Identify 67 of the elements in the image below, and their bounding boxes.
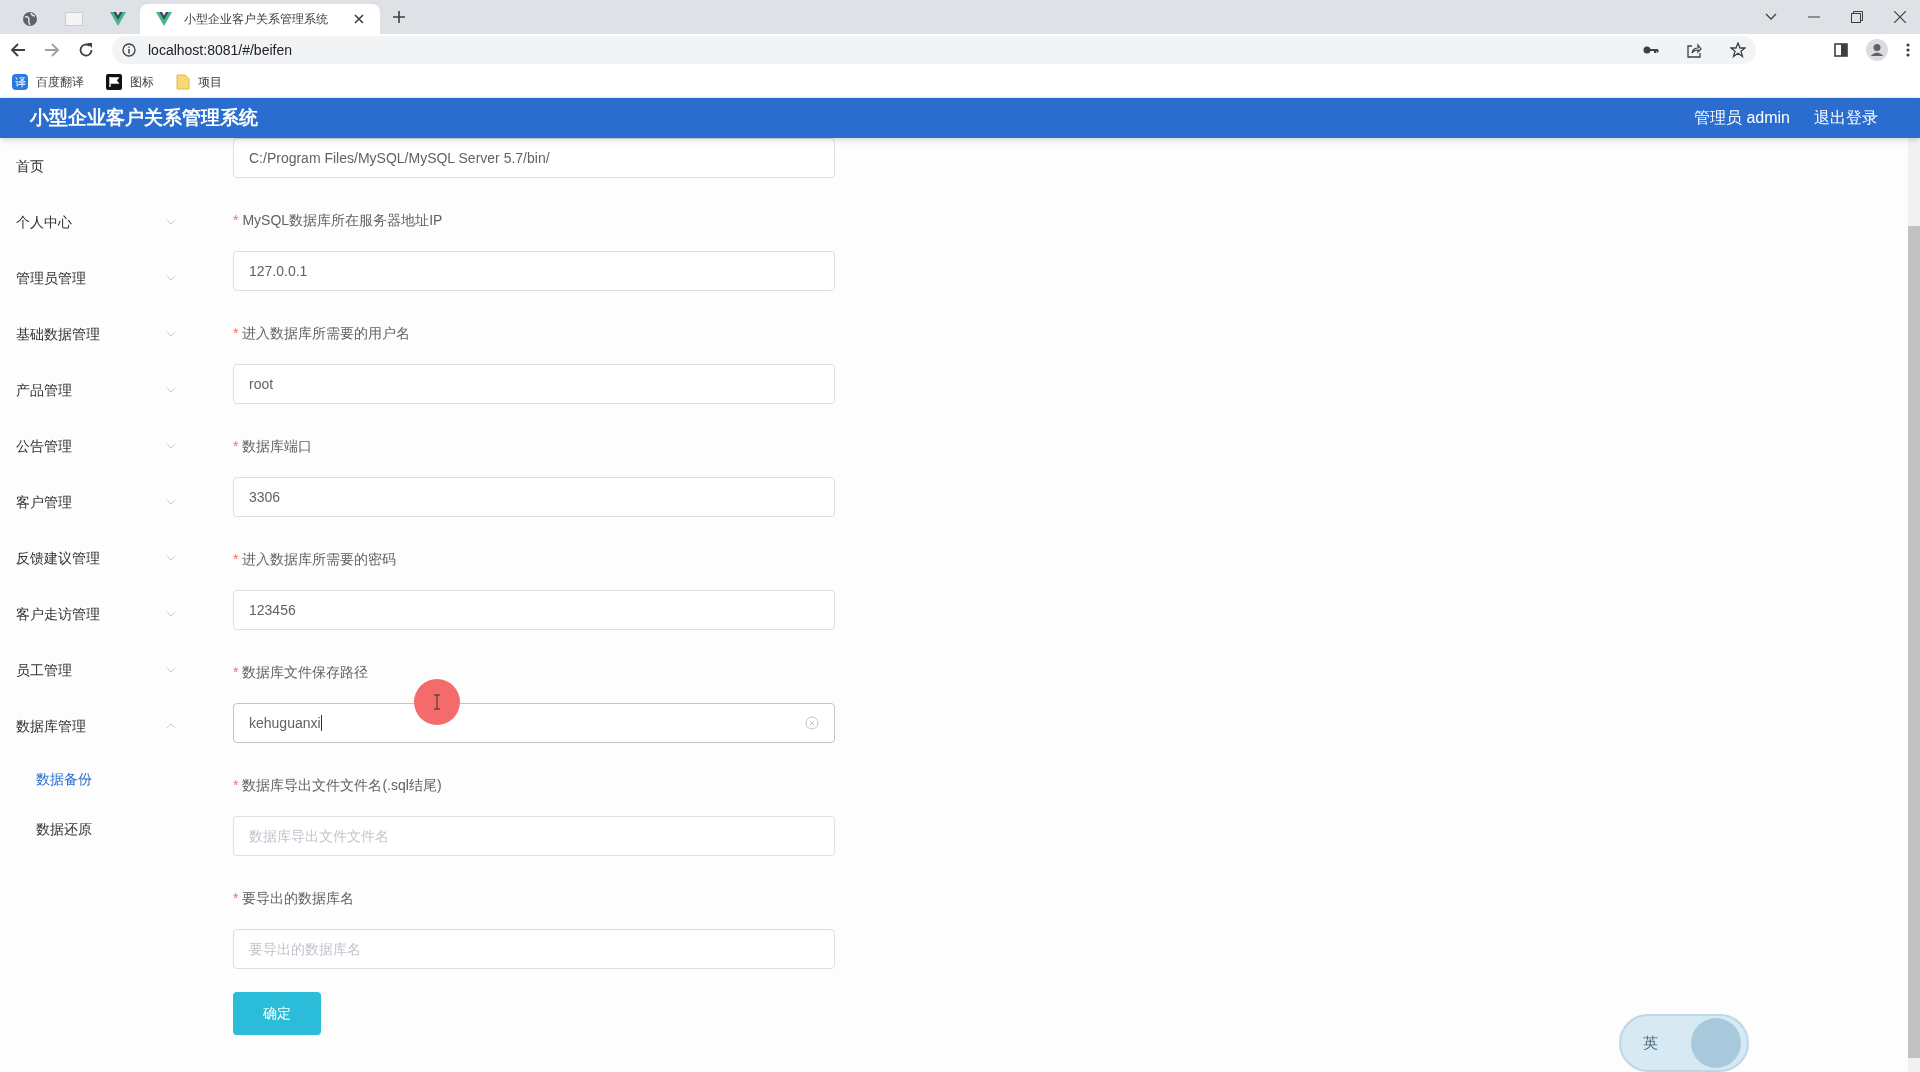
sidebar-subitem[interactable]: 数据备份 xyxy=(0,754,214,804)
field-label: 进入数据库所需要的用户名 xyxy=(242,323,411,343)
back-icon[interactable] xyxy=(10,42,26,58)
sidebar-item[interactable]: 客户走访管理 xyxy=(0,586,214,642)
field-label: 数据库文件保存路径 xyxy=(242,662,369,682)
folder-icon xyxy=(176,73,190,90)
sidebar-item[interactable]: 反馈建议管理 xyxy=(0,530,214,586)
required-mark: * xyxy=(233,323,239,343)
sidebar-item[interactable]: 客户管理 xyxy=(0,474,214,530)
close-icon[interactable] xyxy=(1894,11,1906,23)
required-mark: * xyxy=(233,549,239,569)
share-icon[interactable] xyxy=(1687,42,1702,58)
address-bar[interactable]: localhost:8081/#/beifen xyxy=(112,36,1756,64)
bookmark[interactable]: 项目 xyxy=(168,68,230,95)
more-icon[interactable] xyxy=(1906,43,1910,57)
logout-link[interactable]: 退出登录 xyxy=(1814,106,1878,130)
restore-icon[interactable] xyxy=(1851,11,1863,23)
scrollbar[interactable] xyxy=(1908,138,1920,1072)
browser-tab[interactable]: 小型企业客户关系管理系统 xyxy=(140,4,380,34)
click-indicator-drawing xyxy=(414,679,460,725)
bookmark[interactable]: 译 百度翻译 xyxy=(4,68,92,95)
star-icon[interactable] xyxy=(1730,42,1746,58)
ime-widget[interactable]: 英 xyxy=(1619,1014,1749,1072)
field-label: 要导出的数据库名 xyxy=(242,888,355,908)
app-title: 小型企业客户关系管理系统 xyxy=(30,105,258,130)
field-label: 数据库导出文件文件名(.sql结尾) xyxy=(242,775,442,795)
required-mark: * xyxy=(233,888,239,908)
vue-logo-icon xyxy=(110,12,126,26)
translate-icon: 译 xyxy=(12,73,28,90)
flag-icon xyxy=(106,73,122,90)
field-label: MySQL数据库所在服务器地址IP xyxy=(242,210,443,230)
sidebar-item[interactable]: 基础数据管理 xyxy=(0,306,214,362)
required-mark: * xyxy=(233,436,239,456)
info-icon[interactable] xyxy=(122,43,136,57)
forward-icon[interactable] xyxy=(44,42,60,58)
profile-icon[interactable] xyxy=(1866,39,1888,61)
bookmark[interactable]: 图标 xyxy=(98,68,162,95)
chevron-down-icon[interactable] xyxy=(1765,13,1777,21)
input-field[interactable]: C:/Program Files/MySQL/MySQL Server 5.7/bin/ xyxy=(233,138,835,178)
sidebar-subitem[interactable]: 数据还原 xyxy=(0,804,214,854)
sidebar-item[interactable]: 个人中心 xyxy=(0,194,214,250)
sidebar-item[interactable]: 员工管理 xyxy=(0,642,214,698)
sidebar-item[interactable]: 公告管理 xyxy=(0,418,214,474)
url-text: localhost:8081/#/beifen xyxy=(148,40,292,60)
page-icon xyxy=(65,12,83,26)
input-field[interactable]: kehuguanxi xyxy=(233,703,835,743)
required-mark: * xyxy=(233,775,239,795)
sidebar-item[interactable]: 数据库管理 xyxy=(0,698,214,754)
reload-icon[interactable] xyxy=(78,42,94,58)
key-icon[interactable] xyxy=(1643,45,1659,55)
input-field[interactable]: 123456 xyxy=(233,590,835,630)
required-mark: * xyxy=(233,662,239,682)
user-label: 管理员 admin xyxy=(1693,108,1790,128)
sidebar-item[interactable]: 产品管理 xyxy=(0,362,214,418)
side-panel-icon[interactable] xyxy=(1834,43,1848,57)
input-field[interactable]: 3306 xyxy=(233,477,835,517)
field-label: 进入数据库所需要的密码 xyxy=(242,549,397,569)
input-field[interactable]: 127.0.0.1 xyxy=(233,251,835,291)
sidebar-item[interactable]: 首页 xyxy=(0,138,214,194)
vue-logo-icon xyxy=(156,12,172,26)
sidebar-item[interactable]: 管理员管理 xyxy=(0,250,214,306)
required-mark: * xyxy=(233,210,239,230)
close-icon[interactable] xyxy=(354,14,364,24)
new-tab-icon[interactable] xyxy=(392,10,406,24)
globe-icon xyxy=(22,11,38,27)
input-field[interactable]: root xyxy=(233,364,835,404)
field-label: 数据库端口 xyxy=(242,436,313,456)
